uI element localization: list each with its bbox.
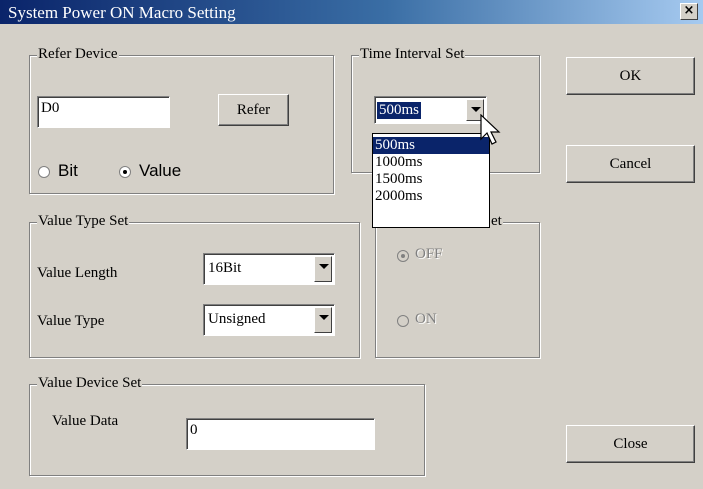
radio-value[interactable] <box>119 166 131 178</box>
value-type-legend: Value Type Set <box>37 213 130 229</box>
title-bar: System Power ON Macro Setting × <box>0 0 703 24</box>
dropdown-option[interactable]: 500ms <box>373 137 489 154</box>
radio-off-label: OFF <box>415 246 443 262</box>
chevron-down-icon[interactable] <box>314 256 332 282</box>
close-button[interactable]: Close <box>566 425 695 463</box>
cancel-button[interactable]: Cancel <box>566 145 695 183</box>
time-interval-dropdown[interactable]: 500ms 1000ms 1500ms 2000ms <box>372 133 490 228</box>
dropdown-option[interactable]: 1500ms <box>373 171 489 188</box>
close-icon[interactable]: × <box>680 3 698 20</box>
value-length-selected: 16Bit <box>208 260 242 276</box>
radio-on[interactable] <box>397 315 409 327</box>
refer-button-label: Refer <box>236 102 271 118</box>
value-type-label: Value Type <box>37 313 105 329</box>
dropdown-option[interactable]: 2000ms <box>373 188 489 205</box>
cursor-arrow-icon <box>480 114 501 145</box>
radio-off[interactable] <box>397 250 409 262</box>
radio-value-label: Value <box>139 161 182 180</box>
cancel-button-label: Cancel <box>609 156 652 172</box>
window-title: System Power ON Macro Setting <box>8 3 236 22</box>
time-interval-legend: Time Interval Set <box>359 46 466 62</box>
chevron-down-icon[interactable] <box>314 307 332 333</box>
device-input-value: D0 <box>41 100 60 116</box>
value-length-select[interactable]: 16Bit <box>203 253 335 285</box>
power-state-group <box>375 222 540 358</box>
radio-on-label: ON <box>415 311 437 327</box>
time-interval-selected: 500ms <box>377 102 422 119</box>
value-data-label: Value Data <box>52 413 119 429</box>
value-data-value: 0 <box>190 422 198 438</box>
ok-button[interactable]: OK <box>566 57 695 95</box>
dropdown-option[interactable]: 1000ms <box>373 154 489 171</box>
refer-button[interactable]: Refer <box>218 94 289 126</box>
value-type-select[interactable]: Unsigned <box>203 304 335 336</box>
time-interval-select[interactable]: 500ms <box>374 96 487 124</box>
ok-button-label: OK <box>619 68 642 84</box>
value-device-legend: Value Device Set <box>37 375 143 391</box>
value-data-input[interactable]: 0 <box>186 418 375 450</box>
power-state-legend: et <box>490 213 503 229</box>
refer-device-legend: Refer Device <box>37 46 119 62</box>
radio-bit[interactable] <box>38 166 50 178</box>
radio-bit-label: Bit <box>58 161 78 180</box>
device-input[interactable]: D0 <box>37 96 170 128</box>
value-length-label: Value Length <box>37 265 118 281</box>
close-button-label: Close <box>613 436 648 452</box>
value-type-selected: Unsigned <box>208 311 266 327</box>
value-type-group <box>29 222 360 358</box>
